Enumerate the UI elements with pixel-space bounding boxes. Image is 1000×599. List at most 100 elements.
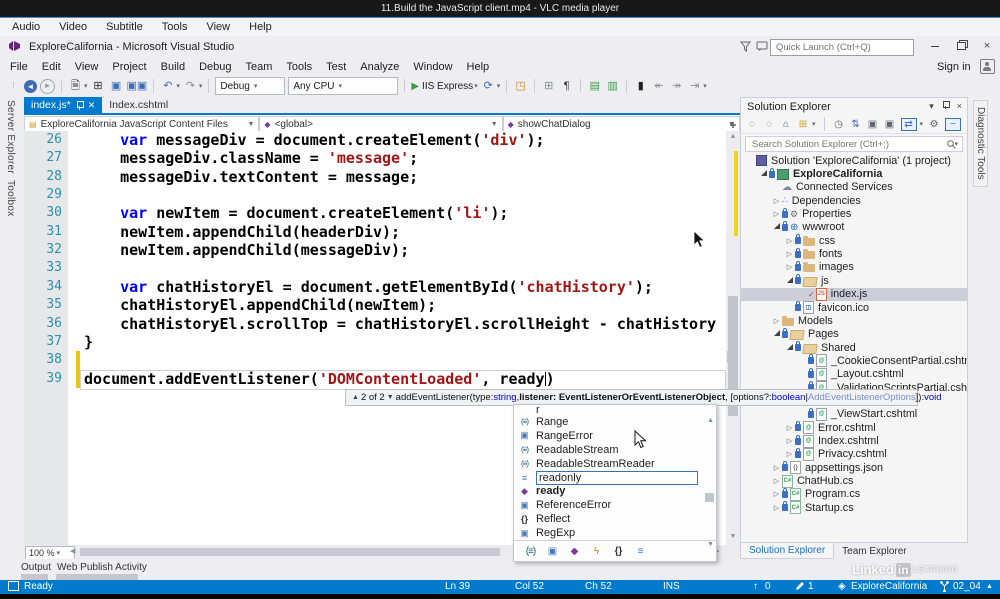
start-debugging-icon[interactable]: ▶ bbox=[411, 81, 419, 92]
restore-button[interactable] bbox=[948, 38, 974, 55]
vlc-menu-help[interactable]: Help bbox=[249, 21, 272, 33]
vs-menu-test[interactable]: Test bbox=[326, 61, 346, 73]
hscroll-left-icon[interactable]: ◀ bbox=[70, 547, 75, 555]
toolbar-overflow-caret[interactable]: ▾ bbox=[703, 82, 707, 90]
sx-pending-changes-icon[interactable]: ◷ bbox=[833, 119, 845, 130]
code-line-36[interactable]: chatHistoryEl.scrollTop = chatHistoryEl.… bbox=[84, 315, 716, 333]
save-all-icon[interactable]: ▣▣ bbox=[127, 78, 148, 94]
collapse-icon[interactable] bbox=[784, 276, 795, 285]
vs-menu-file[interactable]: File bbox=[10, 61, 28, 73]
tree-item-_Layout-cshtml[interactable]: @ _Layout.cshtml bbox=[741, 367, 967, 381]
filter-interface-icon[interactable]: (≡) bbox=[524, 546, 537, 557]
refresh-icon[interactable]: ⟳ bbox=[481, 78, 496, 94]
expand-icon[interactable]: ▷ bbox=[784, 450, 795, 458]
run-target-label[interactable]: IIS Express bbox=[422, 81, 473, 92]
navigate-back-icon[interactable]: ◄ bbox=[24, 79, 37, 93]
vlc-titlebar[interactable]: 11.Build the JavaScript client.mp4 - VLC… bbox=[0, 0, 1000, 18]
sx-view-caret[interactable]: ▾ bbox=[812, 120, 816, 128]
tab-web-publish-activity[interactable]: Web Publish Activity bbox=[57, 562, 147, 573]
editor-splitter-handle[interactable]: ✚ bbox=[726, 121, 740, 131]
edits-count[interactable]: 1 bbox=[808, 581, 814, 592]
completion-item-Reflect[interactable]: {} Reflect bbox=[514, 512, 716, 526]
expand-icon[interactable]: ▷ bbox=[771, 477, 782, 485]
new-file-caret[interactable]: ▾ bbox=[84, 82, 88, 90]
hscroll-thumb[interactable] bbox=[80, 548, 500, 556]
vs-menu-help[interactable]: Help bbox=[467, 61, 490, 73]
tab-team-explorer[interactable]: Team Explorer bbox=[834, 543, 914, 559]
sign-in-area[interactable]: Sign in bbox=[937, 58, 995, 75]
tree-item-ChatHub-cs[interactable]: ▷ C# ChatHub.cs bbox=[741, 474, 967, 488]
tab-solution-explorer[interactable]: Solution Explorer bbox=[740, 543, 835, 559]
editor-vertical-scrollbar[interactable]: ▲ ▼ bbox=[726, 131, 740, 545]
show-whitespace-icon[interactable]: ¶ bbox=[559, 78, 574, 94]
scroll-up-icon[interactable]: ▲ bbox=[726, 133, 740, 140]
expand-icon[interactable]: ▷ bbox=[784, 250, 795, 258]
undo-caret[interactable]: ▾ bbox=[176, 82, 180, 90]
solution-explorer-titlebar[interactable]: Solution Explorer ▾ × bbox=[741, 98, 967, 115]
sign-in-label[interactable]: Sign in bbox=[937, 61, 971, 73]
repo-name[interactable]: ExploreCalifornia bbox=[851, 581, 927, 592]
open-file-icon[interactable]: ⊞ bbox=[91, 78, 106, 94]
undo-icon[interactable]: ↶ bbox=[160, 78, 175, 94]
redo-caret[interactable]: ▾ bbox=[199, 82, 203, 90]
branch-icon[interactable] bbox=[940, 581, 949, 595]
code-line-26[interactable]: var messageDiv = document.createElement(… bbox=[84, 131, 544, 149]
tree-item-Solution-ExploreCalifornia-1-project-[interactable]: Solution 'ExploreCalifornia' (1 project) bbox=[741, 154, 967, 167]
minimize-button[interactable] bbox=[922, 38, 948, 55]
editor-zoom-select[interactable]: 100 % ▾ bbox=[25, 546, 75, 560]
sx-home-icon[interactable]: ⌂ bbox=[780, 119, 792, 130]
branch-name[interactable]: 02_04 bbox=[953, 581, 981, 592]
vlc-menu-view[interactable]: View bbox=[206, 21, 230, 33]
sx-forward-icon[interactable]: ◌ bbox=[763, 119, 775, 130]
code-line-35[interactable]: chatHistoryEl.appendChild(newItem); bbox=[84, 296, 436, 314]
platform-select[interactable]: Any CPU ▾ bbox=[288, 77, 399, 95]
feedback-icon[interactable] bbox=[756, 41, 768, 55]
attach-icon[interactable]: ◳ bbox=[513, 78, 528, 94]
tree-item-Properties[interactable]: ▷ ⚙ Properties bbox=[741, 207, 967, 220]
tree-item-Shared[interactable]: Shared bbox=[741, 341, 967, 354]
filter-class-icon[interactable]: ▣ bbox=[546, 546, 559, 557]
new-file-icon[interactable]: 🗎 bbox=[68, 78, 83, 94]
sx-preview-icon[interactable]: ▣ bbox=[867, 119, 879, 130]
tab-diagnostic-tools[interactable]: Diagnostic Tools bbox=[973, 100, 988, 187]
tree-item-images[interactable]: ▷ images bbox=[741, 260, 967, 274]
completion-item-ReadableStreamReader[interactable]: (≡) ReadableStreamReader bbox=[514, 457, 716, 471]
vlc-menu-audio[interactable]: Audio bbox=[12, 21, 40, 33]
completion-item-r[interactable]: r bbox=[514, 405, 716, 415]
pager-arrow-icon[interactable]: ▼ bbox=[387, 394, 394, 401]
collapse-icon[interactable] bbox=[758, 170, 769, 178]
save-icon[interactable]: ▣ bbox=[109, 78, 124, 94]
code-line-34[interactable]: var chatHistoryEl = document.getElementB… bbox=[84, 278, 653, 296]
edits-icon[interactable] bbox=[795, 581, 804, 594]
redo-icon[interactable]: ↷ bbox=[183, 78, 198, 94]
filter-event-icon[interactable]: ϟ bbox=[590, 546, 603, 557]
tree-item-_CookieConsentPartial-cshtml[interactable]: @ _CookieConsentPartial.cshtml bbox=[741, 354, 967, 368]
vs-menu-edit[interactable]: Edit bbox=[42, 61, 61, 73]
vlc-menu-tools[interactable]: Tools bbox=[162, 21, 188, 33]
quick-launch-box[interactable] bbox=[770, 39, 914, 56]
vs-menu-build[interactable]: Build bbox=[161, 61, 185, 73]
completion-item-ReadableStream[interactable]: (≡) ReadableStream bbox=[514, 443, 716, 457]
close-button[interactable]: × bbox=[974, 38, 1000, 55]
collapse-icon[interactable] bbox=[771, 223, 782, 231]
pin-tab-icon[interactable] bbox=[76, 100, 84, 110]
expand-icon[interactable]: ▷ bbox=[771, 464, 782, 472]
window-position-caret-icon[interactable]: ▾ bbox=[929, 101, 934, 112]
expand-icon[interactable]: ▷ bbox=[771, 210, 782, 218]
tree-item-fonts[interactable]: ▷ fonts bbox=[741, 247, 967, 260]
breadcrumb-dropdown-1[interactable]: ◆ <global> ▼ bbox=[259, 116, 503, 132]
tree-item-Models[interactable]: ▷ Models bbox=[741, 314, 967, 327]
tree-item-Index-cshtml[interactable]: ▷ @ Index.cshtml bbox=[741, 434, 967, 448]
sx-collapse-all-icon[interactable]: − bbox=[945, 117, 962, 131]
next-bookmark-icon[interactable]: ↠ bbox=[669, 78, 684, 94]
code-line-30[interactable]: var newItem = document.createElement('li… bbox=[84, 204, 508, 222]
tree-item-_ViewStart-cshtml[interactable]: @ _ViewStart.cshtml bbox=[741, 407, 967, 421]
doc-tab-Indexcshtml[interactable]: Index.cshtml bbox=[102, 97, 175, 113]
expand-icon[interactable]: ▷ bbox=[771, 490, 782, 498]
sx-back-icon[interactable]: ◌ bbox=[746, 119, 758, 130]
filter-icon[interactable] bbox=[739, 41, 752, 55]
list-scroll-up-icon[interactable]: ▲ bbox=[707, 417, 714, 424]
account-icon[interactable] bbox=[979, 59, 995, 74]
solution-search-box[interactable]: ▾ bbox=[745, 136, 963, 152]
sx-new-view-icon[interactable]: ⊞ bbox=[797, 119, 809, 130]
